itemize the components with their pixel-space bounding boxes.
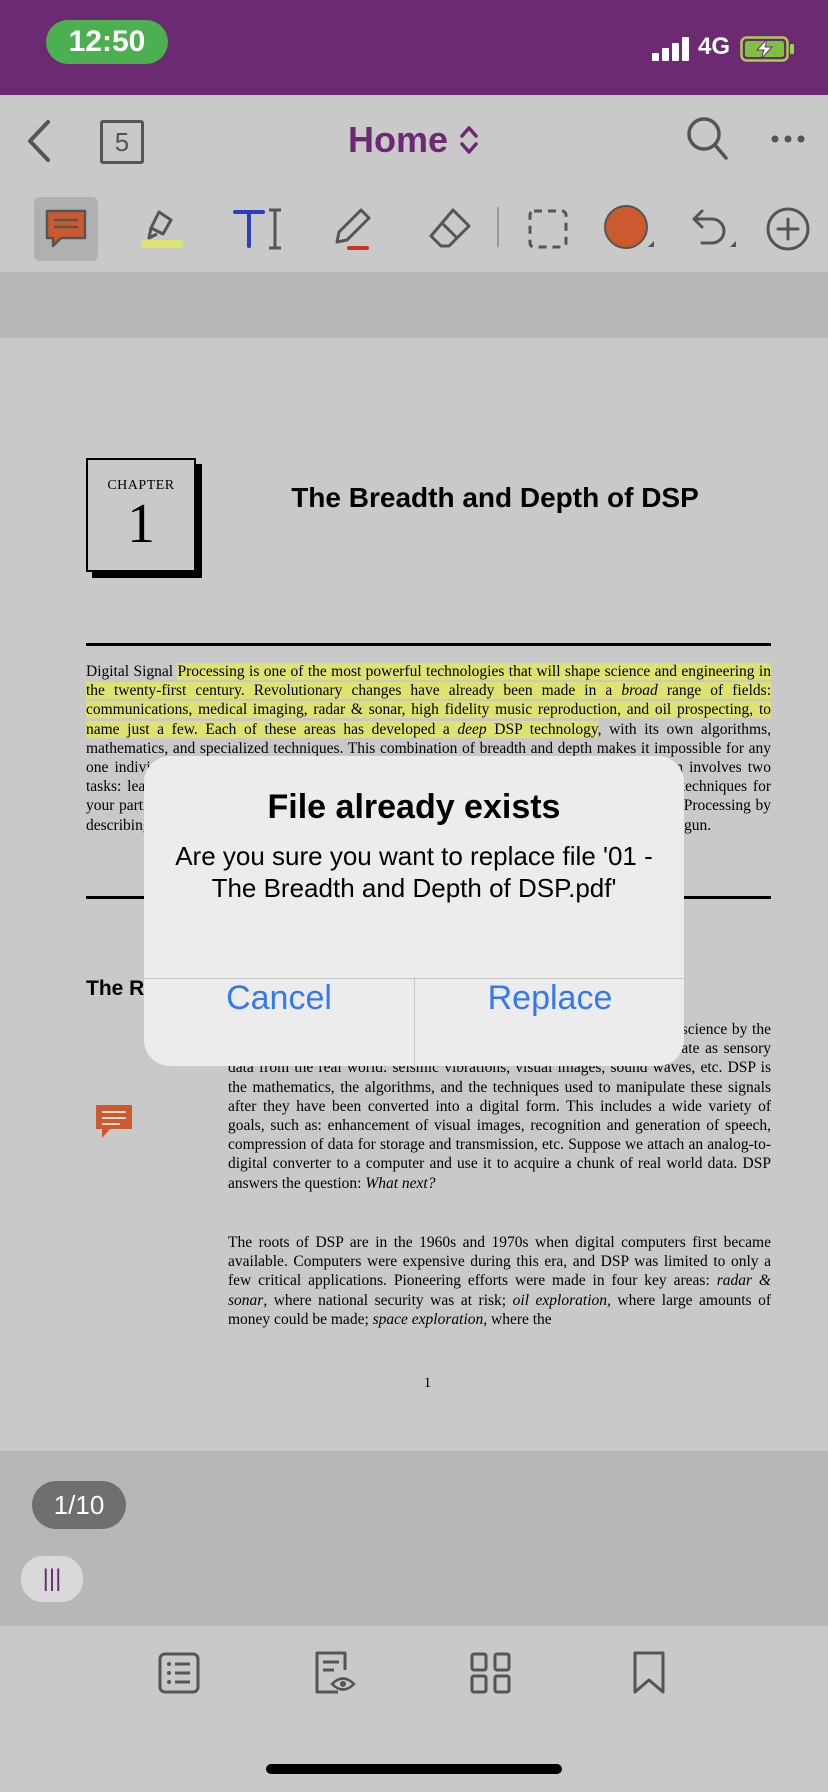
body-p1-italic: What next? xyxy=(365,1174,436,1192)
page-gap-area xyxy=(0,1451,828,1626)
pen-icon xyxy=(335,208,371,250)
chapter-number: 1 xyxy=(127,493,155,555)
tab-outline[interactable] xyxy=(154,1648,204,1698)
page-number: 1 xyxy=(423,1375,432,1391)
tab-reading-view[interactable] xyxy=(310,1648,360,1698)
color-picker-button[interactable] xyxy=(596,197,660,261)
body-p2-text-c: , where national security was at risk; xyxy=(263,1291,513,1309)
document-title: The Breadth and Depth of DSP xyxy=(291,482,699,513)
select-area-icon xyxy=(528,209,568,249)
home-indicator xyxy=(266,1764,562,1774)
add-tool-button[interactable] xyxy=(756,197,820,261)
eraser-icon xyxy=(429,208,471,248)
tab-bookmarks[interactable] xyxy=(624,1648,674,1698)
pen-tool-button[interactable] xyxy=(322,197,386,261)
replace-button[interactable]: Replace xyxy=(415,979,684,1066)
battery-charging-icon xyxy=(740,36,794,62)
text-tool-button[interactable] xyxy=(226,197,290,261)
highlighter-icon xyxy=(141,210,183,248)
status-time: 12:50 xyxy=(46,20,168,64)
comment-tool-button[interactable] xyxy=(34,197,98,261)
back-chevron-icon[interactable] xyxy=(24,118,54,164)
body-p2-text-a: The roots of DSP are in the 1960s and 19… xyxy=(228,1234,771,1290)
italic-deep: deep xyxy=(457,720,487,738)
chapter-label: CHAPTER xyxy=(107,478,175,493)
comment-note-icon[interactable] xyxy=(94,1103,134,1141)
open-files-count-button[interactable]: 5 xyxy=(100,120,144,164)
eraser-tool-button[interactable] xyxy=(418,197,482,261)
bookmark-icon xyxy=(633,1651,665,1694)
dialog-message: Are you sure you want to replace file '0… xyxy=(175,841,653,903)
title-switcher[interactable]: Home xyxy=(300,115,528,165)
intro-lead: Digital Signal xyxy=(86,663,178,680)
undo-button[interactable] xyxy=(678,197,742,261)
italic-broad: broad xyxy=(621,682,658,700)
up-down-chevron-icon xyxy=(460,126,478,154)
body-paragraph-2: The roots of DSP are in the 1960s and 19… xyxy=(228,1233,771,1329)
dialog-title: File already exists xyxy=(267,788,561,826)
top-rule xyxy=(86,643,771,646)
page-indicator: 1/10 xyxy=(32,1481,126,1529)
highlight-text-3: DSP technology xyxy=(486,720,598,738)
search-icon[interactable] xyxy=(686,116,730,162)
body-p2-italic-oil: oil exploration xyxy=(512,1291,607,1309)
body-p2-italic-space: space exploration xyxy=(372,1310,484,1328)
network-type: 4G xyxy=(698,33,731,60)
more-options-icon[interactable] xyxy=(770,134,806,144)
undo-icon xyxy=(692,209,736,247)
comment-icon xyxy=(45,209,87,248)
reading-view-icon xyxy=(315,1651,356,1694)
cellular-signal-icon xyxy=(652,37,689,61)
page-title: Home xyxy=(347,119,449,160)
outline-icon xyxy=(158,1652,200,1694)
color-icon xyxy=(604,205,654,249)
replace-file-dialog: File already exists Are you sure you wan… xyxy=(144,756,684,1066)
document-top-band xyxy=(0,272,828,338)
toolbar-divider xyxy=(497,207,499,247)
cancel-button[interactable]: Cancel xyxy=(144,979,414,1066)
thumbnails-icon xyxy=(470,1652,511,1694)
chapter-box: CHAPTER 1 xyxy=(86,458,196,572)
highlighter-tool-button[interactable] xyxy=(130,197,194,261)
add-icon xyxy=(766,207,810,251)
tab-thumbnails[interactable] xyxy=(466,1648,516,1698)
body-p2-text-g: , where the xyxy=(483,1310,552,1328)
text-icon xyxy=(233,208,281,250)
scroll-handle[interactable]: ||| xyxy=(20,1555,84,1603)
select-area-tool-button[interactable] xyxy=(516,197,580,261)
